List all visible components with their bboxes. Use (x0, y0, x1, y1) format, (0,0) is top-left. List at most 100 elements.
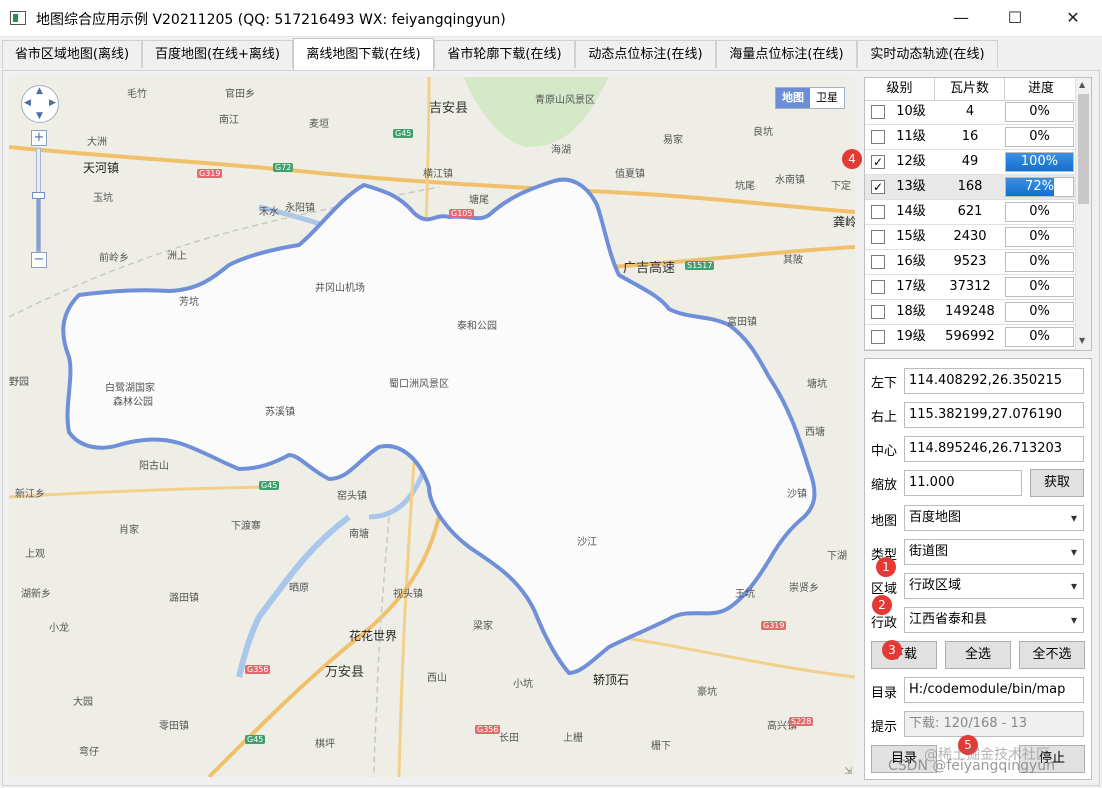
map-label: 其陂 (783, 255, 803, 266)
table-row[interactable]: 14级 621 0% (865, 200, 1077, 225)
scroll-thumb[interactable] (1078, 94, 1089, 204)
map-source-label: 地图 (871, 514, 898, 529)
level-checkbox[interactable] (871, 305, 885, 319)
level-cell: 14级 (896, 204, 926, 219)
map-label: 下定 (831, 181, 851, 192)
region-select[interactable]: 行政区域 (904, 573, 1084, 599)
level-checkbox[interactable] (871, 105, 885, 119)
level-cell: 11级 (896, 129, 926, 144)
table-row[interactable]: 19级 596992 0% (865, 325, 1077, 350)
table-row[interactable]: 17级 37312 0% (865, 275, 1077, 300)
close-button[interactable]: ✕ (1050, 0, 1096, 36)
map-view[interactable]: 吉安县 青原山风景区 毛竹 官田乡 南江 麦垣 大洲 天河镇 玉坑 禾水 永阳镇… (9, 77, 855, 777)
pan-control[interactable]: ▲ ▼ ◀ ▶ (21, 85, 59, 123)
admin-select[interactable]: 江西省泰和县 (904, 607, 1084, 633)
level-cell: 10级 (896, 104, 926, 119)
tab-offline-download[interactable]: 离线地图下载(在线) (293, 38, 434, 70)
pan-up-icon[interactable]: ▲ (36, 86, 43, 96)
table-header: 级别 瓦片数 进度 (865, 78, 1077, 101)
level-cell: 12级 (896, 154, 926, 169)
map-type-satellite-button[interactable]: 卫星 (810, 88, 844, 108)
zoom-input[interactable]: 11.000 (904, 470, 1022, 496)
download-button[interactable]: 下载 (871, 641, 937, 669)
tiles-cell: 9523 (953, 254, 987, 269)
level-checkbox[interactable] (871, 130, 885, 144)
step-badge: 4 (842, 149, 862, 169)
progress-bar: 0% (1005, 302, 1074, 322)
table-row[interactable]: 18级 149248 0% (865, 300, 1077, 325)
select-all-button[interactable]: 全选 (945, 641, 1011, 669)
table-row[interactable]: 15级 2430 0% (865, 225, 1077, 250)
level-checkbox[interactable]: ✓ (871, 155, 885, 169)
map-label: 泰和公园 (457, 321, 497, 332)
tab-baidu-map[interactable]: 百度地图(在线+离线) (142, 40, 293, 68)
level-checkbox[interactable]: ✓ (871, 180, 885, 194)
column-header-level[interactable]: 级别 (865, 78, 935, 100)
table-scrollbar[interactable]: ▲ ▼ (1075, 78, 1091, 350)
zoom-out-button[interactable]: − (31, 252, 47, 268)
maximize-button[interactable]: ☐ (992, 0, 1038, 36)
map-label: 塘坑 (807, 379, 827, 390)
map-source-select[interactable]: 百度地图 (904, 505, 1084, 531)
table-row[interactable]: 10级 4 0% (865, 100, 1077, 125)
road-sign: G356 (475, 725, 501, 734)
map-label: 上栅 (563, 733, 583, 744)
map-label: 毛竹 (127, 89, 147, 100)
tab-province-offline[interactable]: 省市区域地图(离线) (2, 40, 142, 68)
level-checkbox[interactable] (871, 280, 885, 294)
top-right-input[interactable]: 115.382199,27.076190 (904, 402, 1084, 428)
resize-grip-icon[interactable]: ⇲ (844, 766, 852, 777)
map-label: 豪坑 (697, 687, 717, 698)
title-bar: 地图综合应用示例 V20211205 (QQ: 517216493 WX: fe… (0, 0, 1102, 37)
level-cell: 16级 (896, 254, 926, 269)
table-row[interactable]: ✓ 13级 168 72% (865, 175, 1077, 200)
level-checkbox[interactable] (871, 255, 885, 269)
map-type-map-button[interactable]: 地图 (776, 88, 810, 108)
table-row[interactable]: 16级 9523 0% (865, 250, 1077, 275)
directory-label: 目录 (871, 686, 898, 701)
column-header-tiles[interactable]: 瓦片数 (935, 78, 1005, 100)
pan-right-icon[interactable]: ▶ (49, 98, 56, 108)
progress-bar: 0% (1005, 252, 1074, 272)
zoom-slider[interactable]: + − (31, 130, 47, 270)
map-label: 潞田镇 (169, 593, 199, 604)
center-input[interactable]: 114.895246,26.713203 (904, 436, 1084, 462)
pan-down-icon[interactable]: ▼ (36, 111, 43, 121)
map-label: 沙镇 (787, 489, 807, 500)
center-label: 中心 (871, 444, 898, 459)
pan-left-icon[interactable]: ◀ (24, 98, 31, 108)
road-sign: G356 (245, 665, 271, 674)
table-row[interactable]: ✓ 12级 49 100% (865, 150, 1077, 175)
table-row[interactable]: 11级 16 0% (865, 125, 1077, 150)
zoom-thumb[interactable] (32, 192, 45, 199)
map-label: 西山 (427, 673, 447, 684)
map-label: 梁家 (473, 621, 493, 632)
zoom-in-button[interactable]: + (31, 130, 47, 146)
map-type-select[interactable]: 街道图 (904, 539, 1084, 565)
map-label: 长田 (499, 733, 519, 744)
map-label: 棋坪 (315, 739, 335, 750)
zoom-track[interactable] (32, 148, 45, 252)
column-header-progress[interactable]: 进度 (1005, 78, 1077, 100)
progress-text: 0% (1029, 229, 1050, 244)
app-icon (10, 11, 26, 25)
level-checkbox[interactable] (871, 230, 885, 244)
minimize-button[interactable]: — (938, 0, 984, 36)
map-label: 沙江 (577, 537, 597, 548)
bottom-left-input[interactable]: 114.408292,26.350215 (904, 368, 1084, 394)
tab-mass-marker[interactable]: 海量点位标注(在线) (716, 40, 857, 68)
select-none-button[interactable]: 全不选 (1019, 641, 1085, 669)
tab-dynamic-marker[interactable]: 动态点位标注(在线) (575, 40, 716, 68)
map-label: 塘尾 (469, 195, 489, 206)
road-sign: G72 (273, 163, 294, 172)
directory-input[interactable]: H:/codemodule/bin/map (904, 677, 1084, 703)
get-button[interactable]: 获取 (1030, 469, 1084, 497)
tab-outline-download[interactable]: 省市轮廓下载(在线) (434, 40, 575, 68)
scroll-up-icon[interactable]: ▲ (1079, 80, 1085, 89)
scroll-down-icon[interactable]: ▼ (1079, 336, 1085, 345)
tab-realtime-track[interactable]: 实时动态轨迹(在线) (857, 40, 998, 68)
level-checkbox[interactable] (871, 205, 885, 219)
map-label: 小坑 (513, 679, 533, 690)
level-checkbox[interactable] (871, 330, 885, 344)
progress-text: 0% (1029, 129, 1050, 144)
